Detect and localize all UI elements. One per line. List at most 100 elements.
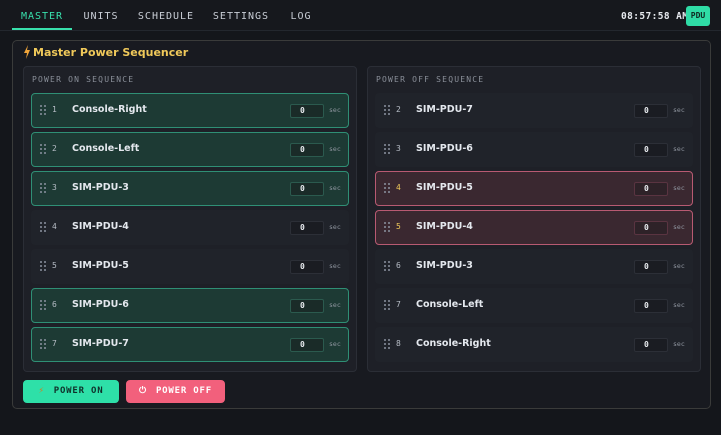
sequence-number: 4 — [52, 222, 57, 231]
unit-name: SIM-PDU-4 — [416, 221, 473, 232]
power-on-button[interactable]: ⚡︎ POWER ON — [23, 380, 119, 403]
power-off-column: POWER OFF SEQUENCE 2 SIM-PDU-7 0 sec 3 SIM-PD… — [367, 66, 701, 372]
delay-unit: sec — [329, 145, 341, 153]
sequence-row[interactable]: 4 SIM-PDU-5 0 sec — [375, 171, 693, 206]
sequence-number: 7 — [396, 300, 401, 309]
sequence-number: 5 — [52, 261, 57, 270]
sequence-row[interactable]: 2 SIM-PDU-7 0 sec — [375, 93, 693, 128]
delay-input[interactable]: 0 — [290, 260, 324, 274]
delay-input[interactable]: 0 — [290, 182, 324, 196]
delay-input[interactable]: 0 — [634, 221, 668, 235]
delay-input[interactable]: 0 — [290, 221, 324, 235]
sequence-number: 8 — [396, 339, 401, 348]
tab-log[interactable]: LOG — [286, 0, 316, 30]
sequence-row[interactable]: 3 SIM-PDU-3 0 sec — [31, 171, 349, 206]
unit-name: Console-Right — [416, 338, 491, 349]
sequence-number: 5 — [396, 222, 401, 231]
drag-handle-icon[interactable] — [384, 339, 390, 349]
unit-name: SIM-PDU-5 — [416, 182, 473, 193]
sequence-row[interactable]: 5 SIM-PDU-4 0 sec — [375, 210, 693, 245]
power-off-button[interactable]: ⏻ POWER OFF — [126, 380, 225, 403]
drag-handle-icon[interactable] — [40, 183, 46, 193]
unit-name: SIM-PDU-3 — [416, 260, 473, 271]
sequence-number: 7 — [52, 339, 57, 348]
drag-handle-icon[interactable] — [40, 144, 46, 154]
sequence-number: 3 — [396, 144, 401, 153]
drag-handle-icon[interactable] — [384, 105, 390, 115]
drag-handle-icon[interactable] — [384, 300, 390, 310]
drag-handle-icon[interactable] — [384, 183, 390, 193]
sequence-row[interactable]: 8 Console-Right 0 sec — [375, 327, 693, 362]
drag-handle-icon[interactable] — [40, 339, 46, 349]
unit-name: Console-Left — [416, 299, 484, 310]
power-on-heading: POWER ON SEQUENCE — [32, 75, 135, 84]
sequence-number: 3 — [52, 183, 57, 192]
delay-input[interactable]: 0 — [634, 143, 668, 157]
power-icon: ⏻ — [139, 386, 147, 396]
unit-name: SIM-PDU-4 — [72, 221, 129, 232]
delay-input[interactable]: 0 — [634, 182, 668, 196]
sequence-row[interactable]: 3 SIM-PDU-6 0 sec — [375, 132, 693, 167]
tab-settings[interactable]: SETTINGS — [210, 0, 272, 30]
delay-unit: sec — [673, 340, 685, 348]
power-off-heading: POWER OFF SEQUENCE — [376, 75, 485, 84]
delay-input[interactable]: 0 — [634, 299, 668, 313]
unit-name: SIM-PDU-7 — [72, 338, 129, 349]
sequence-row[interactable]: 6 SIM-PDU-6 0 sec — [31, 288, 349, 323]
pdu-badge[interactable]: PDU — [686, 6, 710, 26]
delay-input[interactable]: 0 — [290, 338, 324, 352]
drag-handle-icon[interactable] — [384, 261, 390, 271]
delay-input[interactable]: 0 — [290, 104, 324, 118]
panel-title: Master Power Sequencer — [33, 46, 189, 59]
drag-handle-icon[interactable] — [40, 222, 46, 232]
power-on-column: POWER ON SEQUENCE 1 Console-Right 0 sec 2 Con… — [23, 66, 357, 372]
delay-unit: sec — [329, 106, 341, 114]
unit-name: SIM-PDU-6 — [416, 143, 473, 154]
drag-handle-icon[interactable] — [384, 144, 390, 154]
sequence-row[interactable]: 4 SIM-PDU-4 0 sec — [31, 210, 349, 245]
unit-name: SIM-PDU-6 — [72, 299, 129, 310]
sequence-row[interactable]: 7 Console-Left 0 sec — [375, 288, 693, 323]
unit-name: Console-Left — [72, 143, 140, 154]
delay-input[interactable]: 0 — [290, 299, 324, 313]
sequence-number: 4 — [396, 183, 401, 192]
delay-unit: sec — [329, 184, 341, 192]
clock: 08:57:58 AM — [621, 11, 689, 22]
tab-master[interactable]: MASTER — [12, 0, 72, 30]
delay-unit: sec — [673, 262, 685, 270]
drag-handle-icon[interactable] — [40, 300, 46, 310]
sequence-row[interactable]: 7 SIM-PDU-7 0 sec — [31, 327, 349, 362]
sequence-row[interactable]: 2 Console-Left 0 sec — [31, 132, 349, 167]
sequence-row[interactable]: 5 SIM-PDU-5 0 sec — [31, 249, 349, 284]
unit-name: SIM-PDU-3 — [72, 182, 129, 193]
tab-schedule[interactable]: SCHEDULE — [136, 0, 196, 30]
sequence-row[interactable]: 1 Console-Right 0 sec — [31, 93, 349, 128]
delay-unit: sec — [673, 184, 685, 192]
delay-input[interactable]: 0 — [634, 104, 668, 118]
delay-unit: sec — [673, 301, 685, 309]
sequence-number: 1 — [52, 105, 57, 114]
drag-handle-icon[interactable] — [40, 261, 46, 271]
sequence-number: 2 — [396, 105, 401, 114]
delay-unit: sec — [329, 262, 341, 270]
delay-input[interactable]: 0 — [290, 143, 324, 157]
top-nav: MASTER UNITS SCHEDULE SETTINGS LOG 08:57… — [0, 0, 721, 31]
delay-unit: sec — [673, 223, 685, 231]
delay-unit: sec — [329, 223, 341, 231]
delay-input[interactable]: 0 — [634, 260, 668, 274]
bolt-icon — [24, 45, 30, 59]
drag-handle-icon[interactable] — [384, 222, 390, 232]
power-on-label: POWER ON — [53, 386, 104, 396]
drag-handle-icon[interactable] — [40, 105, 46, 115]
power-off-label: POWER OFF — [155, 386, 212, 396]
sequence-row[interactable]: 6 SIM-PDU-3 0 sec — [375, 249, 693, 284]
sequence-number: 6 — [396, 261, 401, 270]
unit-name: SIM-PDU-7 — [416, 104, 473, 115]
delay-input[interactable]: 0 — [634, 338, 668, 352]
sequence-number: 6 — [52, 300, 57, 309]
delay-unit: sec — [673, 106, 685, 114]
delay-unit: sec — [673, 145, 685, 153]
tab-units[interactable]: UNITS — [80, 0, 122, 30]
delay-unit: sec — [329, 301, 341, 309]
unit-name: SIM-PDU-5 — [72, 260, 129, 271]
